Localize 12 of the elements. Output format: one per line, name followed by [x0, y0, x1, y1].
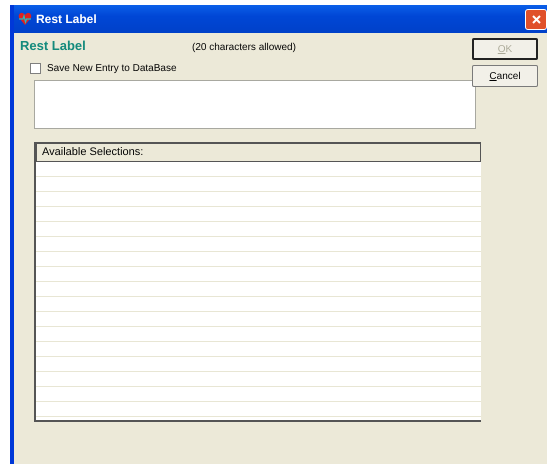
heart-icon	[18, 12, 32, 26]
close-icon	[532, 14, 540, 24]
dialog-button[interactable]: Cancel	[472, 65, 538, 87]
save-checkbox[interactable]	[30, 62, 41, 74]
selection-list[interactable]: Available Selections:	[34, 142, 481, 422]
window-title: Rest Label	[36, 12, 97, 26]
checkbox-label[interactable]: Save New Entry to DataBase	[47, 62, 177, 74]
close-button[interactable]	[525, 8, 547, 30]
character-limit-hint: (20 characters allowed)	[192, 42, 296, 53]
dialog-heading: Rest Label	[20, 38, 87, 53]
entry-field[interactable]	[34, 80, 476, 129]
list-header: Available Selections:	[36, 144, 481, 162]
